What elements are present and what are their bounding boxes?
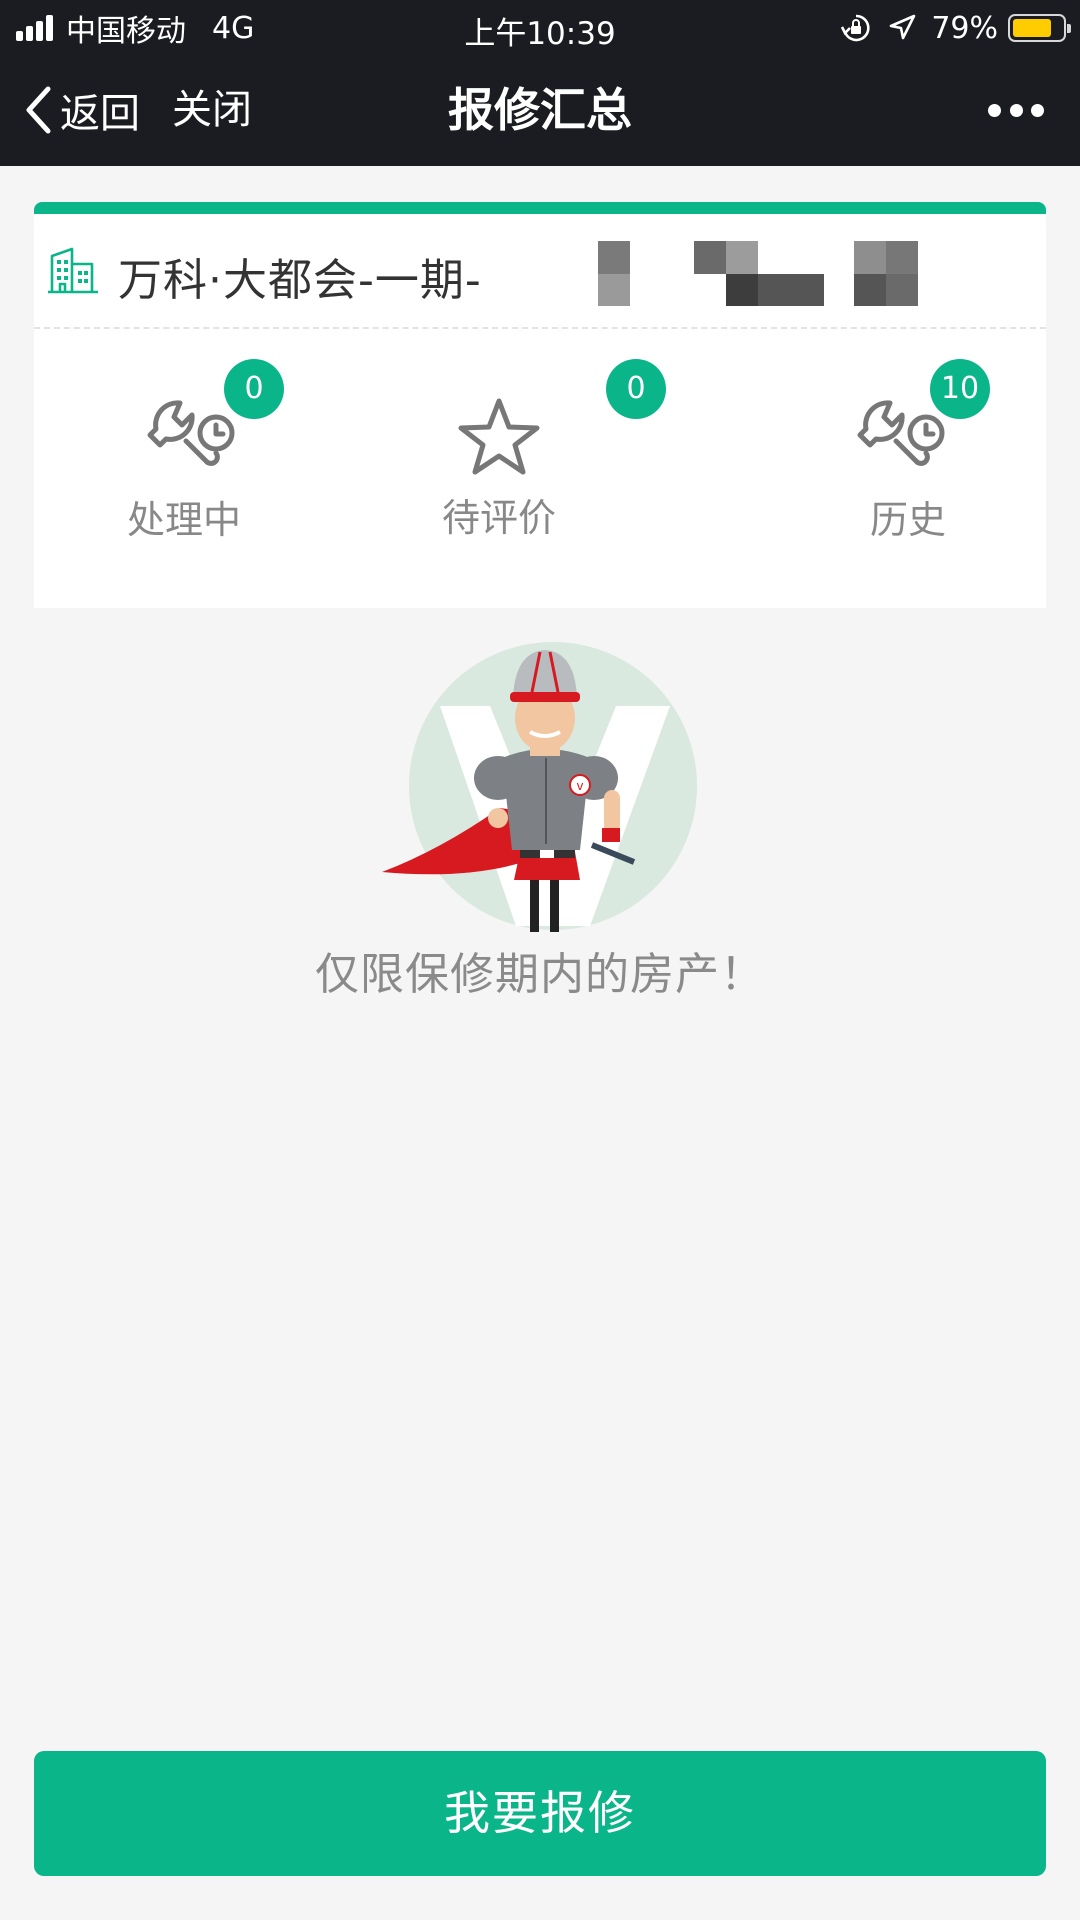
pending-review-label: 待评价 (441, 496, 556, 540)
svg-text:v: v (577, 778, 584, 793)
card-accent-line (34, 202, 1046, 214)
building-icon (48, 247, 98, 294)
submit-repair-button[interactable]: 我要报修 (34, 1751, 1046, 1876)
in-progress-count-badge: 0 (224, 359, 284, 419)
stat-pending-review[interactable]: 0 待评价 (442, 329, 694, 606)
star-icon (458, 398, 540, 475)
pending-review-count-badge: 0 (606, 359, 666, 419)
wrench-clock-icon (147, 400, 235, 466)
history-count-badge: 10 (930, 359, 990, 419)
redacted-block (598, 241, 630, 306)
status-right: 79% (841, 8, 1071, 48)
in-progress-label: 处理中 (126, 498, 241, 542)
status-bar: 中国移动 4G 上午10:39 79% (0, 0, 1080, 54)
property-name: 万科·大都会-一期- (118, 255, 482, 306)
location-arrow-icon (890, 14, 916, 40)
stat-in-progress[interactable]: 0 处理中 (74, 329, 314, 606)
repairman-mascot-illustration: v (382, 642, 697, 932)
redacted-block (854, 241, 918, 306)
repair-stats: 0 处理中 0 待评价 10 历史 (34, 329, 1046, 606)
history-label: 历史 (869, 498, 946, 542)
stat-history[interactable]: 10 历史 (818, 329, 1046, 606)
warranty-notice: 仅限保修期内的房产！ (315, 949, 765, 1000)
battery-fill (1013, 19, 1051, 37)
property-card: 万科·大都会-一期- 0 处理中 0 待评价 10 历史 (34, 202, 1046, 608)
nav-bar: 返回 关闭 报修汇总 (0, 54, 1080, 166)
redacted-block (694, 241, 824, 306)
page-title: 报修汇总 (448, 83, 632, 137)
property-selector[interactable]: 万科·大都会-一期- (34, 214, 1046, 329)
rotation-lock-icon (841, 14, 870, 42)
more-options-icon[interactable] (988, 90, 1044, 130)
battery-icon (1008, 14, 1071, 42)
battery-percent: 79% (931, 10, 998, 46)
